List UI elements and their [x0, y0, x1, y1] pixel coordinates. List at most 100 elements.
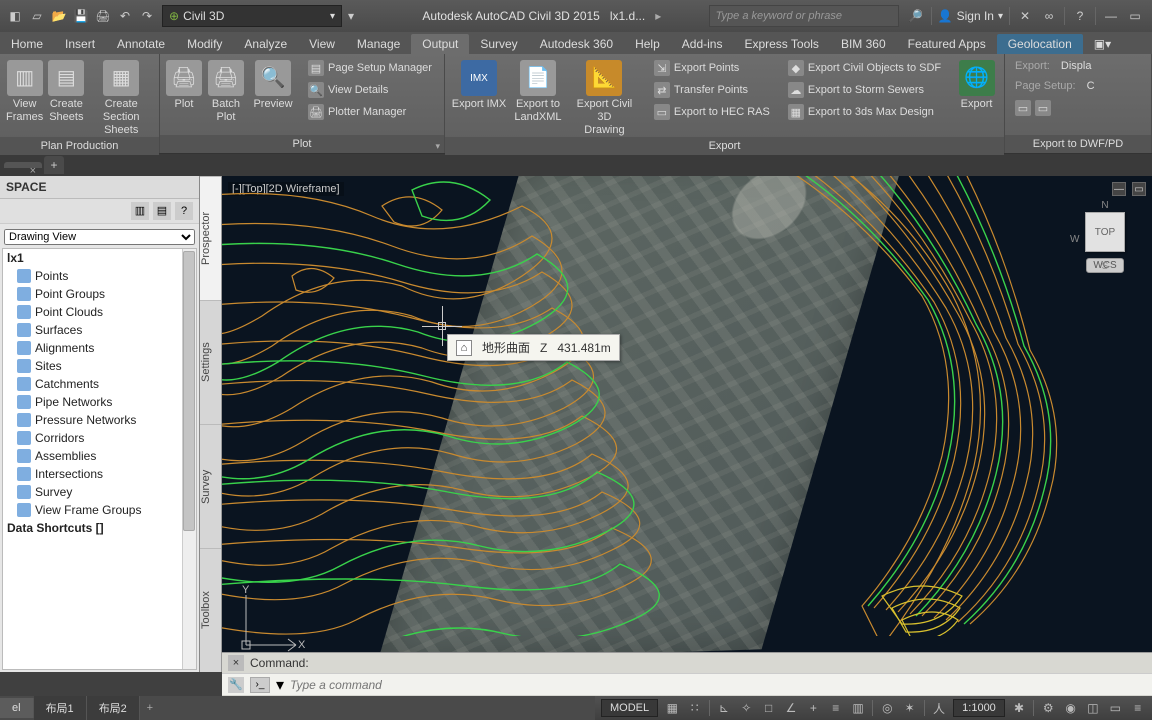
dwf-export-row[interactable]: Export: Displa: [1011, 58, 1099, 74]
tab-analyze[interactable]: Analyze: [233, 34, 298, 54]
plotter-manager-button[interactable]: 🖨Plotter Manager: [304, 102, 436, 122]
tab-help[interactable]: Help: [624, 34, 671, 54]
tree-item-catchments[interactable]: Catchments: [3, 375, 196, 393]
tab-view[interactable]: View: [298, 34, 346, 54]
lwt-icon[interactable]: ≡: [828, 699, 844, 717]
undo-icon[interactable]: ↶: [116, 7, 134, 25]
status-mode[interactable]: MODEL: [601, 699, 658, 717]
maximize-icon[interactable]: ▭: [1126, 7, 1144, 25]
annoscale-icon[interactable]: ✱: [1011, 699, 1027, 717]
tree-item-pointclouds[interactable]: Point Clouds: [3, 303, 196, 321]
tree-item-corridors[interactable]: Corridors: [3, 429, 196, 447]
tree-item-pipenetworks[interactable]: Pipe Networks: [3, 393, 196, 411]
redo-icon[interactable]: ↷: [138, 7, 156, 25]
transfer-points-button[interactable]: ⇄Transfer Points: [650, 80, 774, 100]
vtab-survey[interactable]: Survey: [200, 424, 221, 548]
sc-icon[interactable]: ✶: [902, 699, 918, 717]
infocenter-icon[interactable]: 🔎: [907, 7, 925, 25]
ucs-icon[interactable]: X Y: [236, 585, 306, 658]
tree-item-alignments[interactable]: Alignments: [3, 339, 196, 357]
tab-addins[interactable]: Add-ins: [671, 34, 734, 54]
qp-icon[interactable]: ◎: [879, 699, 895, 717]
vtab-prospector[interactable]: Prospector: [200, 176, 221, 300]
scroll-thumb[interactable]: [183, 251, 195, 531]
app-menu-button[interactable]: ◧: [6, 7, 24, 25]
ann-icon[interactable]: 人: [931, 699, 947, 717]
tab-featuredapps[interactable]: Featured Apps: [897, 34, 997, 54]
plot-button[interactable]: 🖨Plot: [166, 58, 202, 111]
tree-item-survey[interactable]: Survey: [3, 483, 196, 501]
viewcube-w[interactable]: W: [1070, 234, 1079, 245]
tab-expresstools[interactable]: Express Tools: [733, 34, 829, 54]
export-points-button[interactable]: ⇲Export Points: [650, 58, 774, 78]
grid-icon[interactable]: ▦: [664, 699, 680, 717]
vtab-toolbox[interactable]: Toolbox: [200, 548, 221, 672]
signin-button[interactable]: 👤 Sign In ▾: [938, 9, 1003, 23]
exchange-icon[interactable]: ✕: [1016, 7, 1034, 25]
export-hecras-button[interactable]: ▭Export to HEC RAS: [650, 102, 774, 122]
iso-icon[interactable]: ◫: [1085, 699, 1101, 717]
snap-icon[interactable]: ∷: [686, 699, 702, 717]
close-cmdline-icon[interactable]: ×: [228, 655, 244, 671]
ortho-icon[interactable]: ⊾: [716, 699, 732, 717]
ts-help-icon[interactable]: ?: [175, 202, 193, 220]
minimize-icon[interactable]: —: [1102, 7, 1120, 25]
otrack-icon[interactable]: ∠: [783, 699, 799, 717]
osnap-icon[interactable]: □: [760, 699, 776, 717]
add-tab-button[interactable]: +: [44, 156, 64, 174]
viewcube-n[interactable]: N: [1101, 200, 1108, 211]
ribbon-minimize-icon[interactable]: ▣▾: [1083, 34, 1122, 54]
a360-icon[interactable]: ∞: [1040, 7, 1058, 25]
tab-modify[interactable]: Modify: [176, 34, 233, 54]
tab-annotate[interactable]: Annotate: [106, 34, 176, 54]
export-button[interactable]: 🌐Export: [955, 58, 998, 111]
tree-root[interactable]: lx1: [3, 249, 196, 267]
export-storm-button[interactable]: ☁Export to Storm Sewers: [784, 80, 945, 100]
create-sheets-button[interactable]: ▤Create Sheets: [47, 58, 85, 124]
save-icon[interactable]: 💾: [72, 7, 90, 25]
view-select[interactable]: Drawing View: [4, 229, 195, 245]
open-icon[interactable]: 📂: [50, 7, 68, 25]
viewcube-s[interactable]: S: [1102, 261, 1109, 272]
qat-overflow-icon[interactable]: ▾: [342, 7, 360, 25]
plot-icon[interactable]: 🖨: [94, 7, 112, 25]
batch-plot-button[interactable]: 🖨Batch Plot: [206, 58, 246, 124]
tree-scrollbar[interactable]: [182, 249, 196, 669]
hw-icon[interactable]: ◉: [1062, 699, 1078, 717]
polar-icon[interactable]: ✧: [738, 699, 754, 717]
add-layout-icon[interactable]: +: [140, 702, 160, 714]
dyn-icon[interactable]: +: [805, 699, 821, 717]
document-tab[interactable]: ×: [4, 162, 42, 168]
title-caret-icon[interactable]: ▸: [655, 9, 661, 23]
layout-tab-model[interactable]: el: [0, 698, 34, 718]
layout-tab-1[interactable]: 布局1: [34, 696, 87, 720]
dwf-pagesetup-row[interactable]: Page Setup: C: [1011, 78, 1099, 94]
tree-item-assemblies[interactable]: Assemblies: [3, 447, 196, 465]
tab-geolocation[interactable]: Geolocation: [997, 34, 1083, 54]
transp-icon[interactable]: ▥: [850, 699, 866, 717]
export-imx-button[interactable]: IMXExport IMX: [451, 58, 507, 111]
tree-item-sites[interactable]: Sites: [3, 357, 196, 375]
layout-tab-2[interactable]: 布局2: [87, 696, 140, 720]
view-frames-button[interactable]: ▥View Frames: [6, 58, 43, 124]
tree-item-intersections[interactable]: Intersections: [3, 465, 196, 483]
tab-output[interactable]: Output: [411, 34, 469, 54]
create-section-sheets-button[interactable]: ▦Create Section Sheets: [89, 58, 153, 137]
export-landxml-button[interactable]: 📄Export to LandXML: [511, 58, 565, 124]
panel-expand-icon[interactable]: ▾: [435, 137, 440, 155]
tab-survey[interactable]: Survey: [469, 34, 528, 54]
viewport[interactable]: [-][Top][2D Wireframe] — ▭: [222, 176, 1152, 672]
search-input[interactable]: Type a keyword or phrase: [709, 5, 899, 27]
prospector-tree[interactable]: lx1 Points Point Groups Point Clouds Sur…: [2, 248, 197, 670]
ts-tool-icon[interactable]: ▤: [153, 202, 171, 220]
cust-icon[interactable]: ≡: [1130, 699, 1146, 717]
tab-manage[interactable]: Manage: [346, 34, 411, 54]
tree-item-viewframegroups[interactable]: View Frame Groups: [3, 501, 196, 519]
tree-item-surfaces[interactable]: Surfaces: [3, 321, 196, 339]
export-3dsmax-button[interactable]: ▦Export to 3ds Max Design: [784, 102, 945, 122]
dwf-extra-row[interactable]: ▭▭: [1011, 98, 1099, 118]
vtab-settings[interactable]: Settings: [200, 300, 221, 424]
command-input[interactable]: [290, 678, 1146, 692]
new-icon[interactable]: ▱: [28, 7, 46, 25]
command-prompt-icon[interactable]: ›_: [250, 677, 270, 693]
